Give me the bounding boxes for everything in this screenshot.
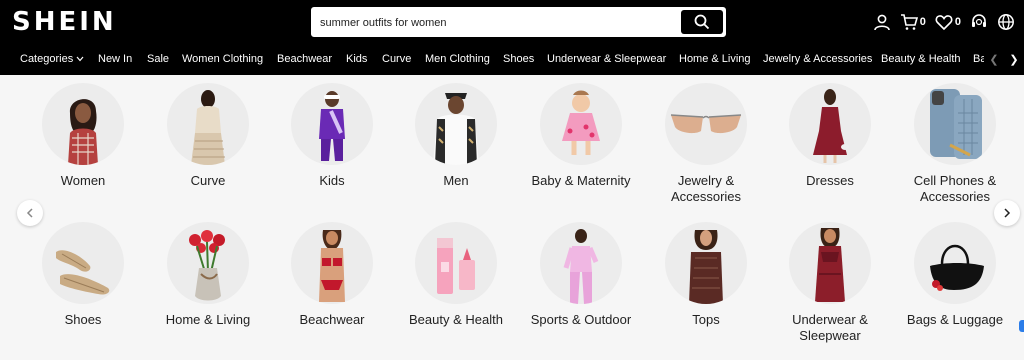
nav-item-new-in[interactable]: New In xyxy=(98,53,132,65)
carousel-prev-button[interactable] xyxy=(17,200,43,226)
category-label: Bags & Luggage xyxy=(906,312,1004,327)
sportswear-photo-icon xyxy=(540,222,622,304)
category-beauty-health[interactable]: Beauty & Health xyxy=(394,222,518,328)
logo[interactable]: SHEIN xyxy=(12,7,117,37)
men-photo-icon xyxy=(415,83,497,165)
category-label: Sports & Outdoor xyxy=(530,312,632,327)
category-label: Baby & Maternity xyxy=(531,173,631,188)
cosmetics-photo-icon xyxy=(415,222,497,304)
nav-item-sale[interactable]: Sale xyxy=(147,53,169,65)
curve-photo-icon xyxy=(167,83,249,165)
category-label: Beauty & Health xyxy=(409,312,503,327)
top-photo-icon xyxy=(665,222,747,304)
category-beachwear[interactable]: Beachwear xyxy=(270,222,394,328)
category-label: Beachwear xyxy=(299,312,365,327)
handbag-photo-icon xyxy=(914,222,996,304)
account-button[interactable] xyxy=(873,13,891,31)
chevron-down-icon xyxy=(76,56,84,62)
nav-prev-icon[interactable]: ❮ xyxy=(989,53,998,66)
nav-item-categories[interactable]: Categories xyxy=(20,53,84,65)
language-button[interactable] xyxy=(997,13,1015,31)
search-input[interactable] xyxy=(320,14,680,32)
category-label: Shoes xyxy=(64,312,102,327)
nav-item-underwear-sleepwear[interactable]: Underwear & Sleepwear xyxy=(547,53,666,65)
category-label: Home & Living xyxy=(165,312,251,327)
support-button[interactable] xyxy=(970,13,988,31)
chevron-right-icon xyxy=(1004,208,1011,218)
cart-count: 0 xyxy=(919,16,926,28)
category-label: Underwear & Sleepwear xyxy=(792,312,868,343)
category-cell-phones-accessories[interactable]: Cell Phones & Accessories xyxy=(893,83,1017,205)
nav-item-home-living[interactable]: Home & Living xyxy=(679,53,751,65)
category-curve[interactable]: Curve xyxy=(146,83,270,189)
category-shoes[interactable]: Shoes xyxy=(21,222,145,328)
category-label: Tops xyxy=(692,312,720,327)
kids-photo-icon xyxy=(291,83,373,165)
nav-scroll-controls: ❮ ❯ xyxy=(984,44,1024,75)
nav-item-women-clothing[interactable]: Women Clothing xyxy=(182,53,263,65)
nav-item-beachwear[interactable]: Beachwear xyxy=(277,53,332,65)
chevron-left-icon xyxy=(26,208,33,218)
category-women[interactable]: Women xyxy=(21,83,145,189)
dress-photo-icon xyxy=(789,83,871,165)
phone-case-photo-icon xyxy=(914,83,996,165)
category-label: Men xyxy=(443,173,469,188)
top-bar: SHEIN 0 0 xyxy=(0,0,1024,44)
sunglasses-photo-icon xyxy=(665,83,747,165)
shoes-photo-icon xyxy=(42,222,124,304)
nav-item-shoes[interactable]: Shoes xyxy=(503,53,534,65)
cart-button[interactable]: 0 xyxy=(900,13,926,31)
lingerie-photo-icon xyxy=(789,222,871,304)
carousel-next-button[interactable] xyxy=(994,200,1020,226)
woman-photo-icon xyxy=(42,83,124,165)
category-label: Jewelry & Accessories xyxy=(670,173,742,204)
category-nav: Categories New In Sale Women Clothing Be… xyxy=(0,44,1024,75)
heart-icon xyxy=(935,15,953,31)
category-tops[interactable]: Tops xyxy=(644,222,768,328)
wishlist-button[interactable]: 0 xyxy=(935,13,961,31)
cart-icon xyxy=(900,14,918,30)
category-label: Women xyxy=(60,173,106,188)
category-dresses[interactable]: Dresses xyxy=(768,83,892,189)
nav-item-curve[interactable]: Curve xyxy=(382,53,411,65)
headset-icon xyxy=(972,14,986,27)
category-underwear-sleepwear[interactable]: Underwear & Sleepwear xyxy=(768,222,892,344)
chat-tab[interactable] xyxy=(1019,320,1024,332)
category-grid: Women Curve Kids Men Baby & Maternity Je… xyxy=(0,75,1024,360)
category-label: Cell Phones & Accessories xyxy=(913,173,997,204)
search-box xyxy=(311,7,726,37)
category-home-living[interactable]: Home & Living xyxy=(146,222,270,328)
search-button[interactable] xyxy=(681,10,723,34)
nav-item-jewelry-accessories[interactable]: Jewelry & Accessories xyxy=(763,53,872,65)
baby-photo-icon xyxy=(540,83,622,165)
flowers-vase-photo-icon xyxy=(167,222,249,304)
category-baby-maternity[interactable]: Baby & Maternity xyxy=(519,83,643,189)
user-icon xyxy=(873,14,890,31)
category-label: Curve xyxy=(190,173,226,188)
nav-item-beauty-health[interactable]: Beauty & Health xyxy=(881,53,961,65)
globe-icon xyxy=(998,14,1014,30)
category-sports-outdoor[interactable]: Sports & Outdoor xyxy=(519,222,643,328)
category-bags-luggage[interactable]: Bags & Luggage xyxy=(893,222,1017,328)
category-label: Kids xyxy=(319,173,345,188)
category-kids[interactable]: Kids xyxy=(270,83,394,189)
wishlist-count: 0 xyxy=(954,16,961,28)
nav-next-icon[interactable]: ❯ xyxy=(1009,53,1018,66)
nav-item-kids[interactable]: Kids xyxy=(346,53,367,65)
category-jewelry-accessories[interactable]: Jewelry & Accessories xyxy=(644,83,768,205)
category-label: Dresses xyxy=(806,173,854,188)
search-icon xyxy=(694,14,710,30)
category-men[interactable]: Men xyxy=(394,83,518,189)
header-icons: 0 0 xyxy=(873,10,1024,34)
bikini-photo-icon xyxy=(291,222,373,304)
nav-item-men-clothing[interactable]: Men Clothing xyxy=(425,53,490,65)
